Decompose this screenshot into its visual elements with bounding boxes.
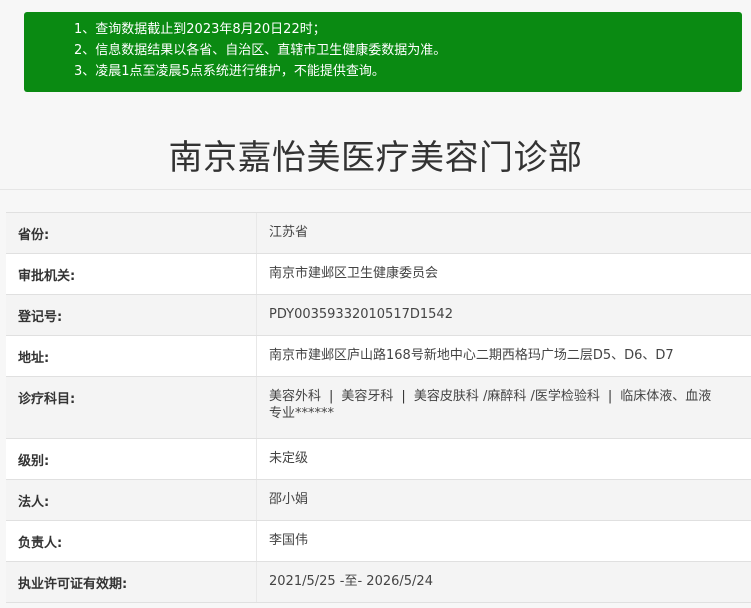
separator: | xyxy=(607,389,613,404)
separator: | xyxy=(329,389,334,404)
authority-label: 审批机关: xyxy=(18,269,76,284)
license-label: 执业许可证有效期: xyxy=(18,577,128,592)
legal-value: 邵小娟 xyxy=(256,480,751,520)
row-level: 级别: 未定级 xyxy=(6,439,751,480)
authority-value: 南京市建邺区卫生健康委员会 xyxy=(256,254,751,294)
separator: | xyxy=(401,389,406,404)
row-reg-no: 登记号: PDY00359332010517D1542 xyxy=(6,295,751,336)
notice-line-1: 1、查询数据截止到2023年8月20日22时； xyxy=(74,22,326,37)
manager-label: 负责人: xyxy=(18,536,63,551)
level-label: 级别: xyxy=(18,454,50,469)
address-label: 地址: xyxy=(18,351,50,366)
level-value: 未定级 xyxy=(256,439,751,479)
department-item: 美容外科 xyxy=(269,389,322,404)
row-manager: 负责人: 李国伟 xyxy=(6,521,751,562)
notice-line-2: 2、信息数据结果以各省、自治区、直辖市卫生健康委数据为准。 xyxy=(74,43,447,58)
row-legal: 法人: 邵小娟 xyxy=(6,480,751,521)
row-address: 地址: 南京市建邺区庐山路168号新地中心二期西格玛广场二层D5、D6、D7 xyxy=(6,336,751,377)
notice-line-3: 3、凌晨1点至凌晨5点系统进行维护，不能提供查询。 xyxy=(74,64,385,79)
legal-label: 法人: xyxy=(18,495,50,510)
province-label: 省份: xyxy=(18,228,50,243)
license-value: 2021/5/25 -至- 2026/5/24 xyxy=(256,562,751,602)
address-value: 南京市建邺区庐山路168号新地中心二期西格玛广场二层D5、D6、D7 xyxy=(256,336,751,376)
row-license: 执业许可证有效期: 2021/5/25 -至- 2026/5/24 xyxy=(6,562,751,603)
reg-no-value: PDY00359332010517D1542 xyxy=(256,295,751,335)
page-title: 南京嘉怡美医疗美容门诊部 xyxy=(168,138,583,178)
department-item: 临床体液、血液 xyxy=(620,389,712,404)
province-value: 江苏省 xyxy=(256,213,751,253)
row-province: 省份: 江苏省 xyxy=(6,213,751,254)
notice-banner: 1、查询数据截止到2023年8月20日22时； 2、信息数据结果以各省、自治区、… xyxy=(24,12,742,92)
departments-value: 美容外科 | 美容牙科 | 美容皮肤科 /麻醉科 /医学检验科 | 临床体液、血液 专业**… xyxy=(256,377,751,438)
reg-no-label: 登记号: xyxy=(18,310,63,325)
departments-label: 诊疗科目: xyxy=(18,392,76,407)
row-authority: 审批机关: 南京市建邺区卫生健康委员会 xyxy=(6,254,751,295)
department-item: 美容牙科 xyxy=(341,389,394,404)
manager-value: 李国伟 xyxy=(256,521,751,561)
departments-tail: 专业****** xyxy=(269,406,335,421)
department-item: 美容皮肤科 /麻醉科 /医学检验科 xyxy=(413,389,600,404)
row-departments: 诊疗科目: 美容外科 | 美容牙科 | 美容皮肤科 /麻醉科 /医学检验科 | 临床体液、血… xyxy=(6,377,751,439)
info-table: 省份: 江苏省 审批机关: 南京市建邺区卫生健康委员会 登记号: PDY0035… xyxy=(6,212,751,603)
title-section: 南京嘉怡美医疗美容门诊部 xyxy=(0,92,751,190)
